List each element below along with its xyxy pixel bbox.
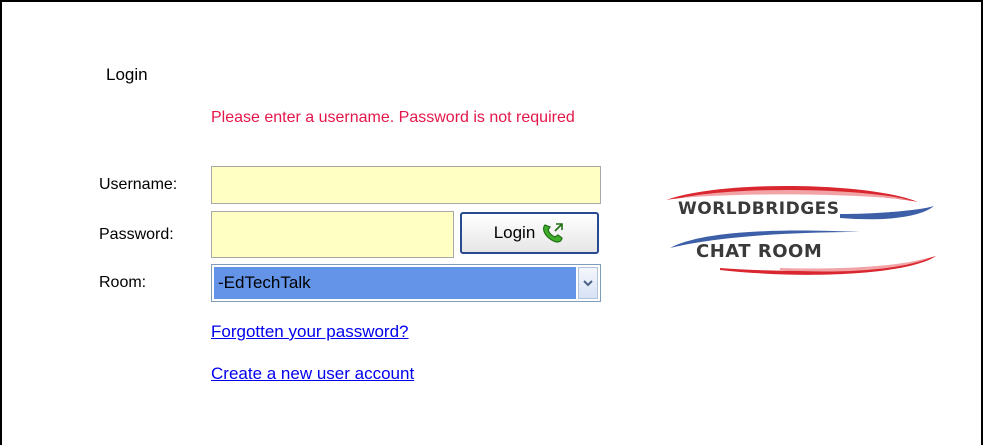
room-select[interactable]: -EdTechTalk (211, 264, 601, 302)
password-input[interactable] (211, 211, 454, 258)
logo-line-1: WORLDBRIDGES (678, 199, 840, 219)
login-button[interactable]: Login (460, 212, 599, 254)
username-input[interactable] (211, 166, 601, 204)
worldbridges-chat-room-logo: WORLDBRIDGES CHAT ROOM (660, 184, 940, 289)
room-label: Room: (99, 274, 147, 291)
password-label: Password: (99, 226, 174, 243)
login-button-label: Login (493, 223, 536, 242)
phone-icon (541, 222, 565, 244)
forgot-password-link[interactable]: Forgotten your password? (211, 322, 409, 342)
chevron-down-icon[interactable] (578, 267, 598, 299)
logo-line-2: CHAT ROOM (696, 241, 822, 262)
username-required-notice: Please enter a username. Password is not… (211, 109, 575, 126)
username-label: Username: (99, 176, 178, 193)
login-heading: Login (106, 65, 148, 84)
room-selected-value: -EdTechTalk (214, 267, 576, 299)
create-account-link[interactable]: Create a new user account (211, 364, 414, 384)
